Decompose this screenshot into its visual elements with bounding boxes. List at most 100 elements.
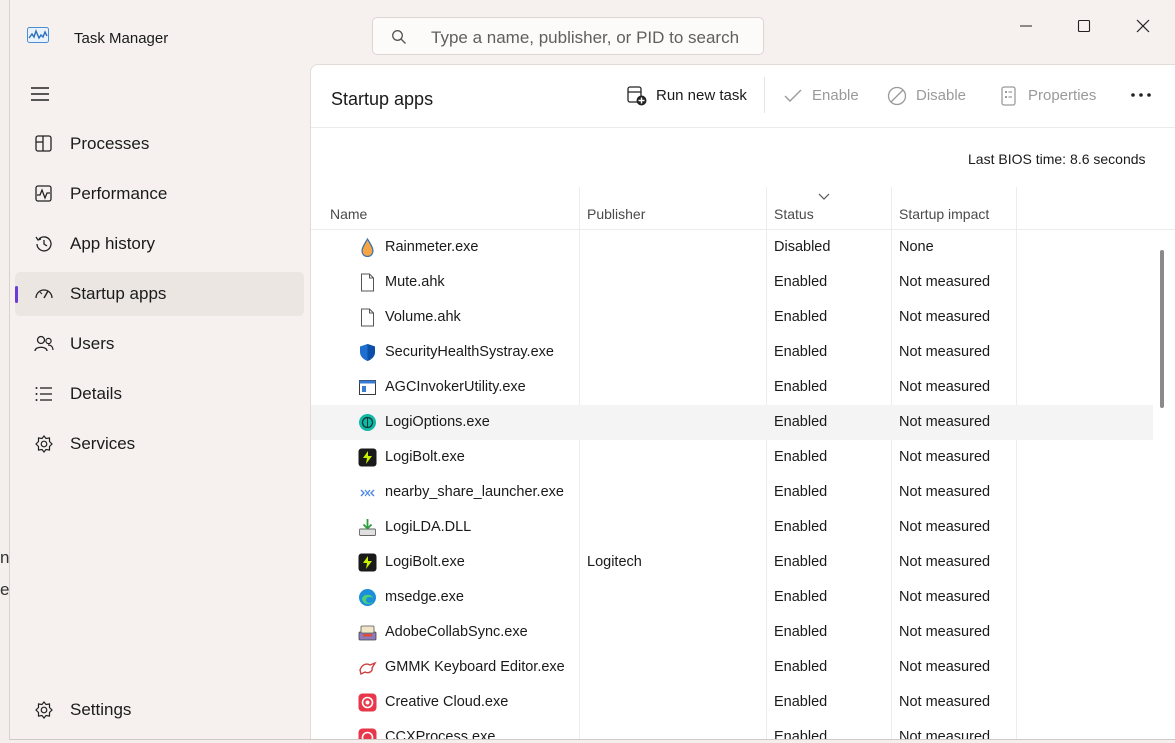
table-row[interactable]: GMMK Keyboard Editor.exe Enabled Not mea…: [311, 650, 1153, 685]
close-icon: [1136, 19, 1150, 33]
minimize-button[interactable]: [1006, 12, 1046, 40]
more-options-icon[interactable]: [1129, 83, 1153, 107]
app-status: Enabled: [774, 659, 828, 675]
table-row[interactable]: nearby_share_launcher.exe Enabled Not me…: [311, 475, 1153, 510]
app-name: nearby_share_launcher.exe: [385, 484, 564, 500]
search-placeholder: Type a name, publisher, or PID to search: [431, 28, 740, 47]
search-icon: [392, 30, 406, 44]
app-startup-impact: Not measured: [899, 624, 991, 640]
disable-button[interactable]: Disable: [886, 83, 976, 109]
properties-button[interactable]: Properties: [998, 83, 1103, 109]
app-publisher: Logitech: [587, 554, 642, 570]
column-header-startup-impact[interactable]: Startup impact: [899, 206, 989, 222]
logibolt-icon: [358, 553, 377, 572]
table-row[interactable]: LogiOptions.exe Enabled Not measured: [311, 405, 1153, 440]
app-status: Enabled: [774, 624, 828, 640]
title-bar: Task Manager Type a name, publisher, or …: [10, 0, 1175, 64]
disable-icon: [887, 86, 907, 106]
column-header-name[interactable]: Name: [330, 206, 367, 222]
enable-button[interactable]: Enable: [782, 83, 862, 109]
app-name: GMMK Keyboard Editor.exe: [385, 659, 565, 675]
table-row[interactable]: Rainmeter.exe Disabled None: [311, 230, 1153, 265]
table-row[interactable]: SecurityHealthSystray.exe Enabled Not me…: [311, 335, 1153, 370]
sidebar-item-details[interactable]: Details: [15, 372, 304, 416]
rainmeter-icon: [361, 238, 374, 257]
sidebar-item-label: Services: [70, 434, 136, 453]
logioptions-icon: [359, 414, 376, 431]
app-history-icon: [35, 236, 52, 252]
search-box[interactable]: Type a name, publisher, or PID to search: [372, 17, 764, 55]
table-row[interactable]: Mute.ahk Enabled Not measured: [311, 265, 1153, 300]
app-name: Volume.ahk: [385, 309, 461, 325]
hamburger-menu-icon[interactable]: [30, 84, 52, 104]
properties-label: Properties: [1028, 87, 1097, 104]
app-startup-impact: Not measured: [899, 274, 991, 290]
table-row[interactable]: AGCInvokerUtility.exe Enabled Not measur…: [311, 370, 1153, 405]
ccx-icon: [358, 728, 377, 739]
app-status: Enabled: [774, 589, 828, 605]
app-status: Enabled: [774, 344, 828, 360]
window-title: Task Manager: [74, 30, 169, 47]
table-row[interactable]: CCXProcess.exe Enabled Not measured: [311, 720, 1153, 740]
app-startup-impact: Not measured: [899, 589, 991, 605]
table-row[interactable]: LogiBolt.exe Enabled Not measured: [311, 440, 1153, 475]
table-row[interactable]: Volume.ahk Enabled Not measured: [311, 300, 1153, 335]
app-status: Disabled: [774, 239, 831, 255]
sidebar-item-label: App history: [70, 234, 156, 253]
app-name: LogiOptions.exe: [385, 414, 490, 430]
run-new-task-button[interactable]: Run new task: [626, 83, 751, 109]
startup-apps-icon: [35, 289, 53, 299]
file-icon: [361, 273, 374, 292]
sidebar-item-users[interactable]: Users: [15, 322, 304, 366]
app-startup-impact: Not measured: [899, 729, 991, 740]
startup-apps-list: Rainmeter.exe Disabled None Mute.ahk Ena…: [311, 230, 1153, 740]
app-startup-impact: Not measured: [899, 694, 991, 710]
sidebar-item-label: Users: [70, 334, 115, 353]
sidebar-item-performance[interactable]: Performance: [15, 172, 304, 216]
app-name: LogiBolt.exe: [385, 554, 465, 570]
maximize-button[interactable]: [1064, 12, 1104, 40]
vertical-scrollbar[interactable]: [1160, 250, 1164, 408]
app-startup-impact: Not measured: [899, 659, 991, 675]
app-status: Enabled: [774, 694, 828, 710]
table-row[interactable]: LogiLDA.DLL Enabled Not measured: [311, 510, 1153, 545]
run-new-task-label: Run new task: [656, 87, 747, 104]
column-header-status[interactable]: Status: [774, 206, 814, 222]
close-button[interactable]: [1123, 12, 1163, 40]
sidebar-item-app-history[interactable]: App history: [15, 222, 304, 266]
sidebar-item-services[interactable]: Services: [15, 422, 304, 466]
app-startup-impact: Not measured: [899, 379, 991, 395]
sidebar-item-label: Settings: [70, 700, 132, 719]
app-startup-impact: Not measured: [899, 554, 991, 570]
table-row[interactable]: AdobeCollabSync.exe Enabled Not measured: [311, 615, 1153, 650]
enable-label: Enable: [812, 87, 859, 104]
table-row[interactable]: LogiBolt.exe Logitech Enabled Not measur…: [311, 545, 1153, 580]
gear-icon: [35, 701, 53, 719]
details-icon: [35, 387, 52, 401]
checkmark-icon: [784, 89, 802, 102]
sidebar-item-startup-apps[interactable]: Startup apps: [15, 272, 304, 316]
app-startup-impact: Not measured: [899, 484, 991, 500]
sidebar-item-label: Processes: [70, 134, 150, 153]
app-name: LogiBolt.exe: [385, 449, 465, 465]
nearby-share-icon: [360, 489, 375, 497]
creative-cloud-icon: [358, 693, 377, 712]
window-app-icon: [359, 380, 376, 395]
app-status: Enabled: [774, 554, 828, 570]
sidebar-item-processes[interactable]: Processes: [15, 122, 304, 166]
bios-time-label: Last BIOS time:: [968, 151, 1067, 167]
app-name: Creative Cloud.exe: [385, 694, 509, 710]
sidebar-item-label: Startup apps: [70, 284, 167, 303]
properties-icon: [1001, 86, 1016, 106]
sidebar-item-settings[interactable]: Settings: [15, 688, 304, 732]
app-status: Enabled: [774, 729, 828, 740]
app-startup-impact: Not measured: [899, 344, 991, 360]
minimize-icon: [1020, 25, 1032, 27]
table-row[interactable]: msedge.exe Enabled Not measured: [311, 580, 1153, 615]
sidebar-item-label: Details: [70, 384, 122, 403]
app-status: Enabled: [774, 274, 828, 290]
table-row[interactable]: Creative Cloud.exe Enabled Not measured: [311, 685, 1153, 720]
run-new-task-icon: [627, 86, 647, 106]
chevron-down-icon: [818, 193, 830, 200]
column-header-publisher[interactable]: Publisher: [587, 206, 645, 222]
